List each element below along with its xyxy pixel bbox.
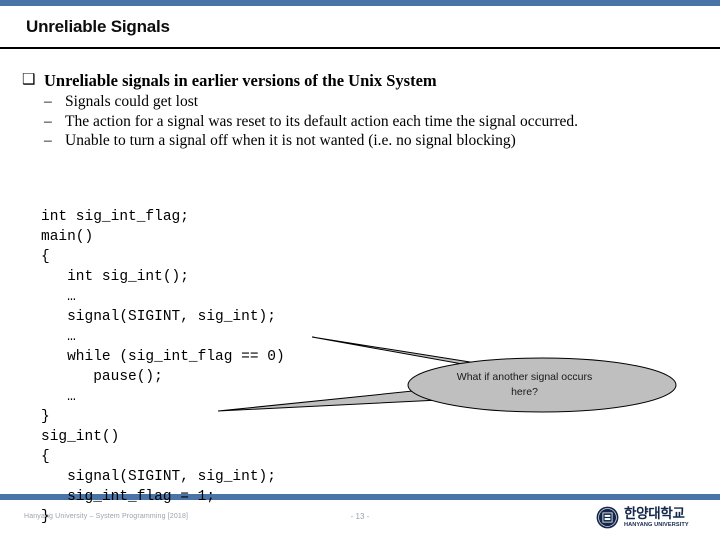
dash-bullet-icon: – (44, 112, 52, 130)
logo-korean-name: 한양대학교 (624, 505, 685, 521)
dash-bullet-icon: – (44, 132, 52, 149)
logo-wordmark: 한양대학교 HANYANG UNIVERSITY (624, 505, 689, 529)
callout-line-1: What if another signal occurs (456, 371, 593, 383)
list-item-label: The action for a signal was reset to its… (65, 112, 579, 130)
callout-text: What if another signal occurs here? (432, 370, 617, 400)
list-item: – Unable to turn a signal off when it is… (44, 131, 702, 151)
list-item-label: Unable to turn a signal off when it is n… (65, 132, 516, 149)
main-bullet-label: Unreliable signals in earlier versions o… (44, 71, 437, 90)
dash-bullet-icon: – (44, 93, 52, 110)
code-listing: int sig_int_flag; main() { int sig_int()… (41, 208, 285, 525)
list-item-label: Signals could get lost (65, 93, 199, 110)
main-bullet: ❑ Unreliable signals in earlier versions… (22, 70, 702, 91)
slide-body: ❑ Unreliable signals in earlier versions… (22, 70, 702, 151)
list-item: – Signals could get lost (44, 92, 702, 112)
university-logo: 한양대학교 HANYANG UNIVERSITY (596, 506, 689, 529)
square-bullet-icon: ❑ (22, 72, 36, 88)
sub-bullet-list: – Signals could get lost – The action fo… (22, 92, 702, 151)
list-item: – The action for a signal was reset to i… (44, 112, 702, 132)
top-accent-bar (0, 0, 720, 6)
title-divider (0, 47, 720, 49)
page-number: - 13 - (350, 512, 370, 521)
page-title: Unreliable Signals (26, 17, 170, 36)
callout-line-2: here? (511, 386, 538, 398)
hanyang-seal-icon (596, 506, 619, 529)
logo-english-name: HANYANG UNIVERSITY (624, 521, 689, 528)
